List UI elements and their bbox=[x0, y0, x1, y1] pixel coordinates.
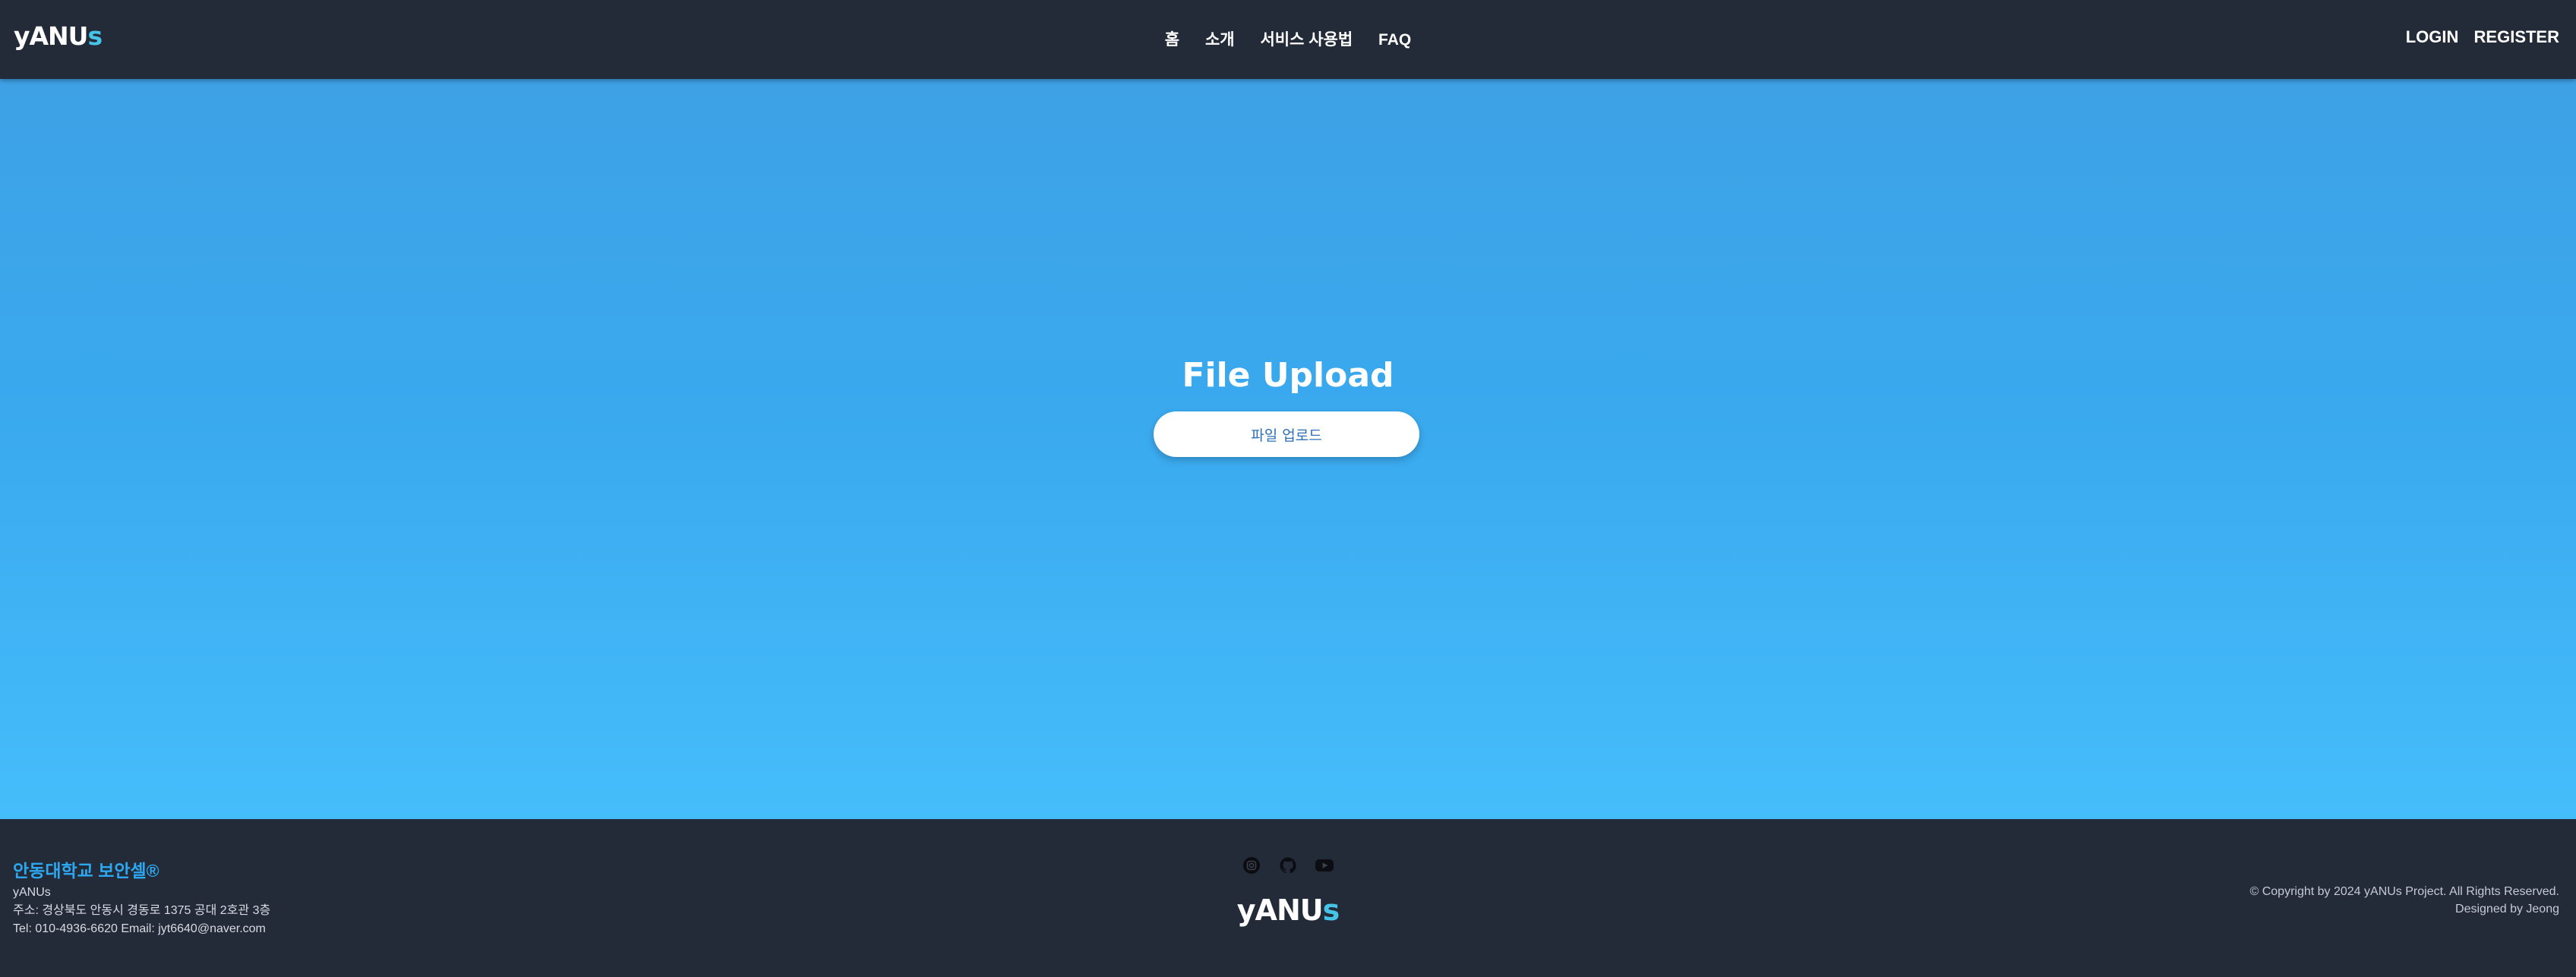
nav-faq[interactable]: FAQ bbox=[1378, 31, 1411, 49]
nav-home[interactable]: 홈 bbox=[1165, 27, 1179, 50]
footer-legal: © Copyright by 2024 yANUs Project. All R… bbox=[2249, 883, 2559, 918]
footer-address: 주소: 경상북도 안동시 경동로 1375 공대 2호관 3층 bbox=[13, 904, 271, 917]
footer-org: yANUs bbox=[13, 886, 51, 899]
social-links bbox=[1212, 856, 1364, 875]
footer: 안동대학교 보안셀® yANUs 주소: 경상북도 안동시 경동로 1375 공… bbox=[0, 819, 2576, 977]
github-icon[interactable] bbox=[1278, 856, 1298, 875]
footer-center: yANUs bbox=[1212, 856, 1364, 927]
login-link[interactable]: LOGIN bbox=[2406, 27, 2459, 46]
nav-about[interactable]: 소개 bbox=[1205, 27, 1235, 50]
copyright-text: © Copyright by 2024 yANUs Project. All R… bbox=[2249, 885, 2559, 898]
footer-info: 안동대학교 보안셀® yANUs 주소: 경상북도 안동시 경동로 1375 공… bbox=[13, 859, 270, 938]
page: yANUs 홈 소개 서비스 사용법 FAQ LOGIN REGISTER Fi… bbox=[0, 0, 2576, 977]
footer-logo-text: yANU bbox=[1236, 893, 1324, 927]
main-nav: 홈 소개 서비스 사용법 FAQ bbox=[0, 27, 2576, 50]
youtube-icon[interactable] bbox=[1315, 856, 1334, 875]
auth-links: LOGIN REGISTER bbox=[2395, 27, 2559, 47]
register-link[interactable]: REGISTER bbox=[2474, 27, 2559, 46]
file-upload-button[interactable]: 파일 업로드 bbox=[1154, 411, 1419, 457]
footer-brand: 안동대학교 보안셀® bbox=[13, 861, 159, 881]
page-title: File Upload bbox=[1182, 356, 1394, 395]
footer-logo[interactable]: yANUs bbox=[1212, 893, 1364, 927]
hero-section: File Upload 파일 업로드 bbox=[0, 79, 2576, 819]
top-navbar: yANUs 홈 소개 서비스 사용법 FAQ LOGIN REGISTER bbox=[0, 0, 2576, 79]
footer-contact: Tel: 010-4936-6620 Email: jyt6640@naver.… bbox=[13, 922, 266, 935]
nav-how-to-use[interactable]: 서비스 사용법 bbox=[1260, 27, 1353, 50]
instagram-icon[interactable] bbox=[1242, 856, 1261, 875]
designer-credit: Designed by Jeong bbox=[2455, 903, 2559, 916]
footer-logo-accent: s bbox=[1322, 893, 1340, 927]
